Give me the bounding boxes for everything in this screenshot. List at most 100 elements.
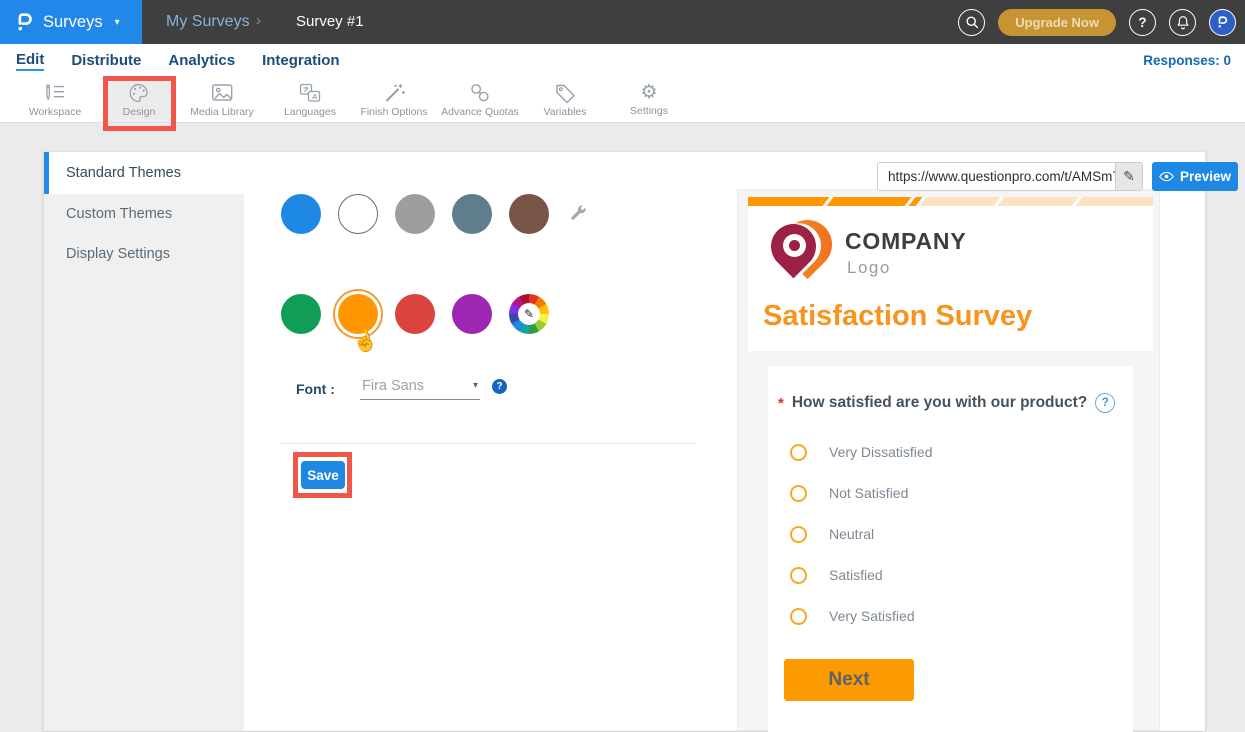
breadcrumb-survey-name: Survey #1	[296, 0, 364, 44]
question-card: * How satisfied are you with our product…	[768, 366, 1133, 732]
survey-header-preview: COMPANY Logo Satisfaction Survey	[748, 197, 1153, 351]
toolbar-item-settings[interactable]: ⚙ Settings	[630, 77, 668, 122]
help-button[interactable]: ?	[1129, 9, 1156, 36]
chain-links-icon	[468, 82, 492, 104]
toolbar-item-languages[interactable]: A Languages	[284, 77, 336, 122]
toolbar-item-label: Design	[123, 106, 156, 118]
option-label: Very Satisfied	[829, 608, 915, 624]
tag-icon	[553, 82, 577, 104]
option-not-satisfied[interactable]: Not Satisfied	[790, 484, 908, 502]
font-label: Font :	[296, 381, 335, 397]
question-text: How satisfied are you with our product?	[792, 394, 1087, 412]
toolbar-item-media-library[interactable]: Media Library	[190, 77, 254, 122]
company-logo-icon	[770, 219, 834, 287]
preview-label: Preview	[1180, 169, 1231, 184]
chevron-down-icon: ▾	[473, 380, 478, 391]
survey-preview-panel: COMPANY Logo Satisfaction Survey * How s…	[737, 189, 1160, 731]
toolbar-item-label: Workspace	[29, 106, 81, 118]
radio-icon[interactable]	[790, 485, 807, 502]
media-library-icon	[210, 82, 234, 104]
radio-icon[interactable]	[790, 444, 807, 461]
edit-url-button[interactable]: ✎	[1115, 163, 1142, 190]
radio-icon[interactable]	[790, 608, 807, 625]
swatch-orange-selected[interactable]	[338, 294, 378, 334]
swatch-brown[interactable]	[509, 194, 549, 234]
option-label: Very Dissatisfied	[829, 444, 932, 460]
next-button[interactable]: Next	[784, 659, 914, 701]
pencil-icon: ✎	[1123, 168, 1135, 185]
product-switcher[interactable]: Surveys ▾	[0, 0, 142, 44]
option-satisfied[interactable]: Satisfied	[790, 566, 883, 584]
help-icon: ?	[496, 381, 502, 392]
required-marker: *	[778, 395, 784, 412]
font-value: Fira Sans	[360, 378, 424, 394]
workspace-icon	[43, 82, 67, 104]
preview-button[interactable]: Preview	[1152, 162, 1238, 191]
tab-distribute[interactable]: Distribute	[71, 52, 141, 69]
option-neutral[interactable]: Neutral	[790, 525, 874, 543]
question-help-button[interactable]: ?	[1095, 393, 1115, 413]
toolbar-item-label: Variables	[544, 106, 587, 118]
tab-edit[interactable]: Edit	[16, 51, 44, 71]
languages-icon: A	[298, 82, 322, 104]
survey-url-value: https://www.questionpro.com/t/AMSm7Z	[878, 163, 1115, 190]
svg-text:A: A	[312, 92, 318, 101]
company-logo-sub: Logo	[847, 258, 891, 278]
survey-url-field[interactable]: https://www.questionpro.com/t/AMSm7Z ✎	[877, 162, 1143, 191]
option-label: Satisfied	[829, 567, 883, 583]
account-avatar[interactable]	[1209, 9, 1236, 36]
sidebar-item-custom-themes[interactable]: Custom Themes	[44, 194, 244, 234]
swatch-purple[interactable]	[452, 294, 492, 334]
toolbar-item-label: Media Library	[190, 106, 254, 118]
breadcrumb-separator: ›	[256, 0, 261, 42]
responses-count[interactable]: Responses: 0	[1143, 44, 1231, 77]
gear-icon: ⚙	[640, 83, 657, 103]
topbar-actions: Upgrade Now ?	[958, 0, 1236, 44]
option-very-dissatisfied[interactable]: Very Dissatisfied	[790, 443, 932, 461]
search-button[interactable]	[958, 9, 985, 36]
upgrade-now-button[interactable]: Upgrade Now	[998, 9, 1116, 36]
tab-analytics[interactable]: Analytics	[168, 52, 235, 69]
breadcrumb-my-surveys[interactable]: My Surveys	[166, 0, 250, 44]
chevron-down-icon: ▾	[115, 17, 120, 28]
save-button[interactable]: Save	[301, 461, 345, 489]
option-label: Not Satisfied	[829, 485, 908, 501]
toolbar-item-workspace[interactable]: Workspace	[29, 77, 81, 122]
toolbar-item-variables[interactable]: Variables	[544, 77, 587, 122]
tab-integration[interactable]: Integration	[262, 52, 340, 69]
option-very-satisfied[interactable]: Very Satisfied	[790, 607, 915, 625]
toolbar-item-advance-quotas[interactable]: Advance Quotas	[441, 77, 519, 122]
eye-icon	[1159, 171, 1174, 182]
custom-color-picker[interactable]: ✎	[509, 294, 549, 334]
swatch-white[interactable]	[338, 194, 378, 234]
color-wheel-pencil-icon: ✎	[518, 303, 540, 325]
toolbar-item-design[interactable]: Design	[108, 77, 171, 122]
toolbar-item-label: Advance Quotas	[441, 106, 519, 118]
swatch-blue[interactable]	[281, 194, 321, 234]
toolbar-item-finish-options[interactable]: Finish Options	[360, 77, 427, 122]
edit-toolbar: Workspace Design Media Library A Languag…	[0, 77, 1245, 123]
swatch-red[interactable]	[395, 294, 435, 334]
font-dropdown[interactable]: Fira Sans ▾	[360, 374, 480, 400]
search-icon	[965, 15, 979, 29]
question-row: * How satisfied are you with our product…	[778, 393, 1126, 413]
radio-icon[interactable]	[790, 567, 807, 584]
bell-icon	[1176, 15, 1190, 30]
company-name: COMPANY	[845, 228, 966, 255]
questionpro-avatar-icon	[1217, 15, 1228, 29]
swatch-green[interactable]	[281, 294, 321, 334]
wrench-icon[interactable]	[568, 204, 588, 224]
sidebar-item-standard-themes[interactable]: Standard Themes	[44, 152, 244, 194]
brand-label: Surveys	[43, 13, 103, 32]
progress-bar	[748, 197, 1153, 206]
swatch-gray[interactable]	[395, 194, 435, 234]
toolbar-item-label: Settings	[630, 105, 668, 117]
font-help-button[interactable]: ?	[492, 379, 507, 394]
swatch-slate[interactable]	[452, 194, 492, 234]
questionpro-logo-icon	[16, 11, 33, 33]
divider	[280, 443, 695, 444]
notifications-button[interactable]	[1169, 9, 1196, 36]
radio-icon[interactable]	[790, 526, 807, 543]
option-label: Neutral	[829, 526, 874, 542]
sidebar-item-display-settings[interactable]: Display Settings	[44, 234, 244, 274]
